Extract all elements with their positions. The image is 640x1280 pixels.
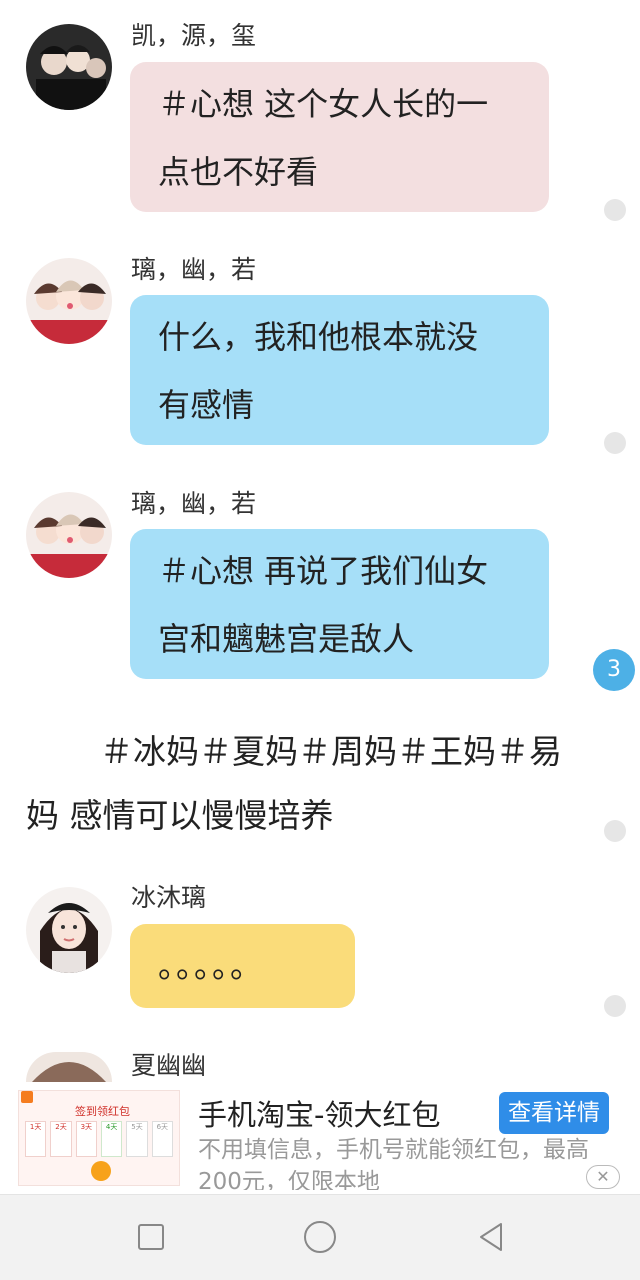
view-details-button[interactable]: 查看详情 [499,1092,609,1134]
square-icon[interactable] [133,1219,169,1255]
sender-name: 璃，幽，若 [131,489,257,518]
circle-icon[interactable] [302,1219,338,1255]
message-bubble[interactable]: 。。。。。 [130,924,355,1008]
system-nav-bar [0,1194,640,1280]
ad-day: 6天 [151,1121,173,1157]
unread-badge[interactable]: 3 [593,649,635,691]
triangle-back-icon[interactable] [473,1219,509,1255]
ad-day-strip: 1天 2天 3天 4天 5天 6天 [25,1121,173,1157]
avatar[interactable] [26,258,112,344]
ad-day: 3天 [75,1121,97,1157]
message-text: 有感情 [158,386,255,424]
plain-message: ＃冰妈＃夏妈＃周妈＃王妈＃易 妈 感情可以慢慢培养 [26,720,606,848]
status-dot [604,820,626,842]
message-text: 宫和魑魅宫是敌人 [158,620,415,658]
ad-description: 不用填信息，手机号就能领红包，最高200元，仅限本地 [198,1137,589,1190]
avatar[interactable] [26,887,112,973]
message-text: 点也不好看 [158,153,319,191]
taobao-logo-icon [21,1091,33,1103]
message-text: ＃心想 这个女人长的一 [158,85,489,123]
sender-name: 夏幽幽 [131,1051,207,1080]
ad-image-caption: 签到领红包 [75,1105,130,1118]
avatar[interactable] [26,1052,112,1082]
ad-title[interactable]: 手机淘宝-领大红包 [198,1092,440,1134]
ad-image[interactable]: 签到领红包 1天 2天 3天 4天 5天 6天 [18,1090,180,1186]
sender-name: 凯，源，玺 [131,21,257,50]
message-bubble[interactable]: 什么，我和他根本就没 有感情 [130,295,549,445]
ad-day: 2天 [50,1121,72,1157]
coin-icon [91,1161,111,1181]
ad-banner[interactable]: 签到领红包 1天 2天 3天 4天 5天 6天 手机淘宝-领大红包 查看详情 不… [0,1082,640,1194]
ad-close-button[interactable]: ✕ [586,1165,620,1189]
sender-name: 冰沐璃 [131,883,207,912]
message-text: 。。。。。 [158,947,265,985]
plain-text: ＃冰妈＃夏妈＃周妈＃王妈＃易 [100,732,562,771]
ad-day: 1天 [25,1121,47,1157]
message-text: ＃心想 再说了我们仙女 [158,552,489,590]
plain-text: 妈 感情可以慢慢培养 [26,796,334,835]
status-dot [604,995,626,1017]
message-bubble[interactable]: ＃心想 这个女人长的一 点也不好看 [130,62,549,212]
avatar[interactable] [26,492,112,578]
status-dot [604,432,626,454]
ad-day: 4天 [100,1121,123,1157]
ad-day: 5天 [126,1121,148,1157]
sender-name: 璃，幽，若 [131,255,257,284]
avatar[interactable] [26,24,112,110]
message-bubble[interactable]: ＃心想 再说了我们仙女 宫和魑魅宫是敌人 [130,529,549,679]
status-dot [604,199,626,221]
message-text: 什么，我和他根本就没 [158,318,479,356]
